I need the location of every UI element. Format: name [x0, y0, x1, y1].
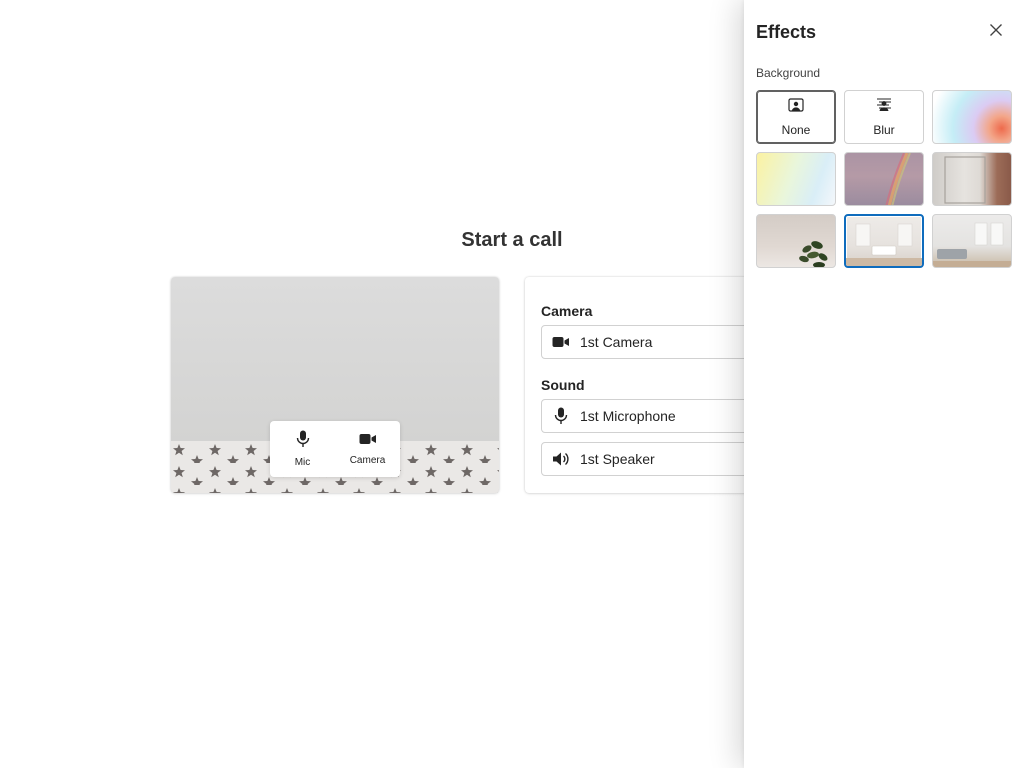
background-none-option[interactable]: None [756, 90, 836, 144]
background-blur-option[interactable]: Blur [844, 90, 924, 144]
close-button[interactable] [984, 20, 1008, 44]
background-blur-label: Blur [873, 122, 895, 137]
mic-button[interactable]: Mic [270, 421, 335, 477]
camera-select-value: 1st Camera [580, 334, 653, 350]
person-frame-icon [788, 97, 804, 117]
background-living-room[interactable] [932, 214, 1012, 268]
blur-icon [875, 98, 893, 117]
background-section-label: Background [756, 66, 821, 80]
background-mirror-room[interactable] [932, 152, 1012, 206]
microphone-icon [542, 407, 580, 425]
background-white-bedroom[interactable] [844, 214, 924, 268]
background-gradient-blue-orange[interactable] [932, 90, 1012, 144]
mic-label: Mic [294, 457, 311, 468]
microphone-icon [296, 430, 310, 453]
close-icon [989, 23, 1003, 42]
sound-section-label: Sound [541, 377, 585, 393]
microphone-select-value: 1st Microphone [580, 408, 676, 424]
camera-label: Camera [349, 455, 386, 466]
background-pastel-gradient[interactable] [756, 152, 836, 206]
effects-title: Effects [756, 22, 817, 42]
background-none-label: None [781, 122, 811, 137]
speaker-select-value: 1st Speaker [580, 451, 655, 467]
background-rainbow-sky[interactable] [844, 152, 924, 206]
video-camera-icon [542, 335, 580, 349]
speaker-icon [542, 451, 580, 467]
video-camera-icon [359, 432, 377, 451]
preview-controls: Mic Camera [270, 421, 400, 477]
camera-section-label: Camera [541, 303, 593, 319]
background-plant-wall[interactable] [756, 214, 836, 268]
effects-panel: Effects Background None Blur [744, 0, 1024, 768]
camera-toggle-button[interactable]: Camera [335, 421, 400, 477]
video-preview: Mic Camera [171, 277, 499, 493]
